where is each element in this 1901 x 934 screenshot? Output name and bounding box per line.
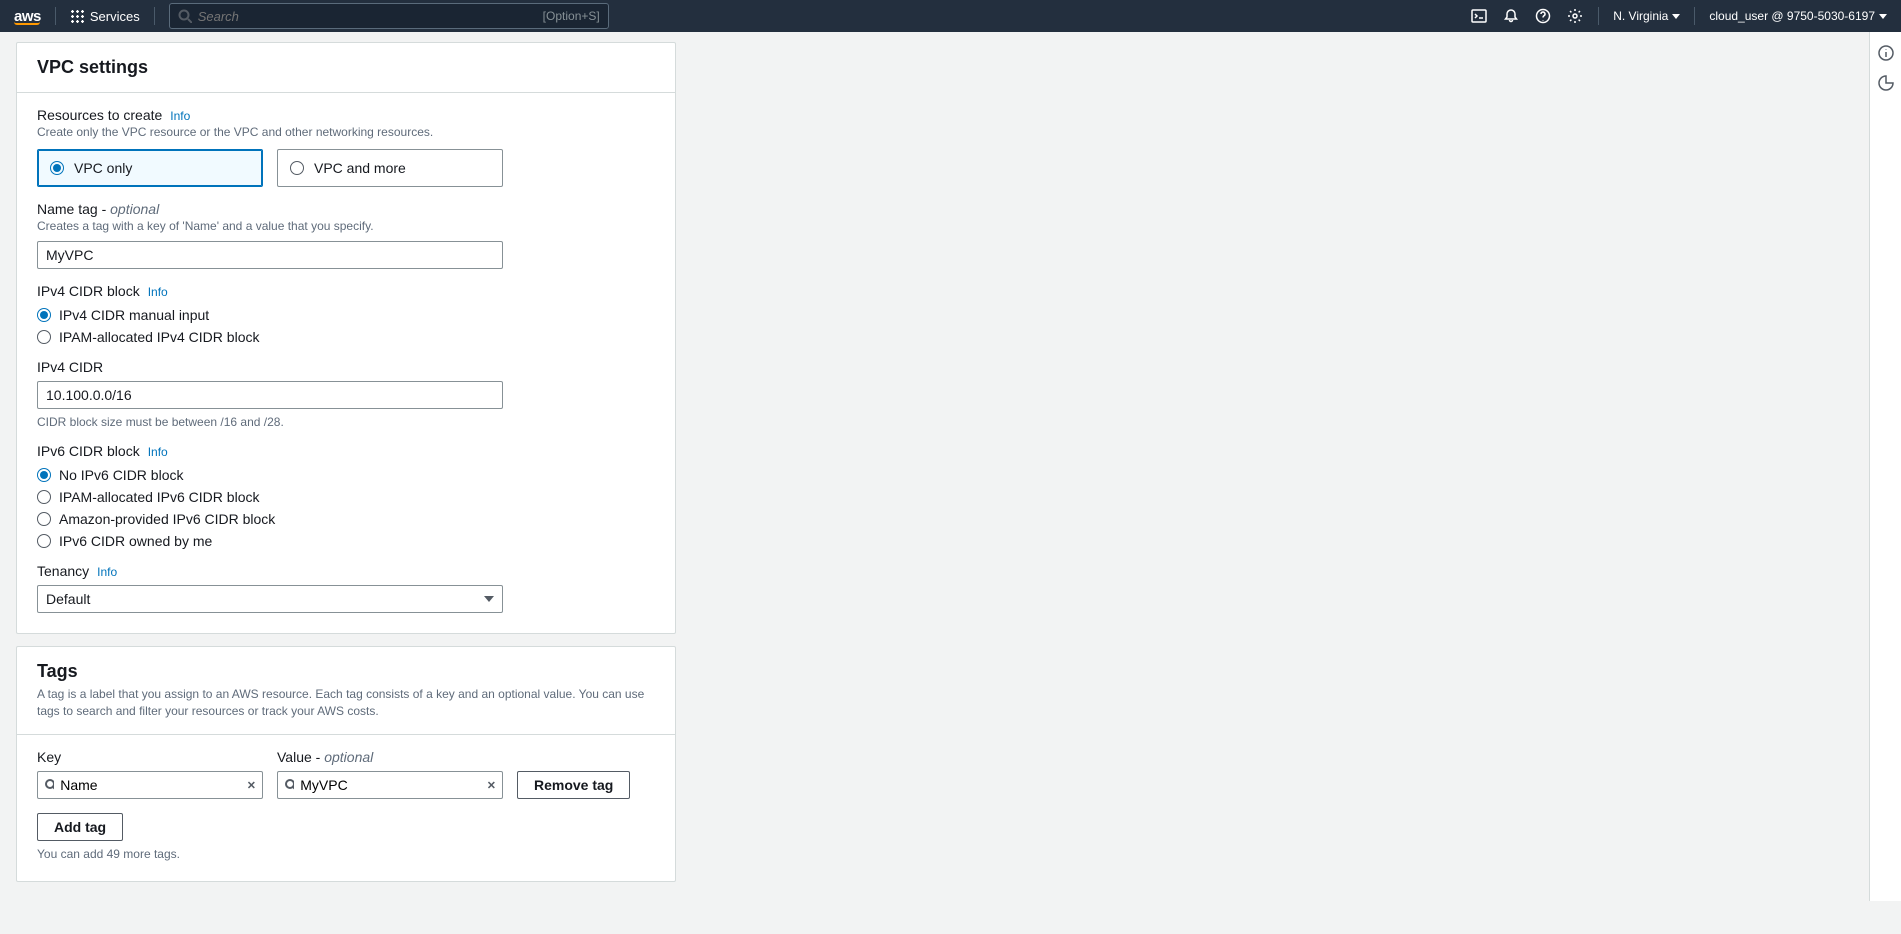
info-panel-icon[interactable] [1877,44,1895,62]
account-menu[interactable]: cloud_user @ 9750-5030-6197 [1709,9,1887,23]
radio-icon [50,161,64,175]
search-icon [284,778,294,792]
tag-value-input-wrap[interactable] [277,771,503,799]
top-nav: aws Services [Option+S] N. Virginia clou… [0,0,1901,32]
panel-title: Tags A tag is a label that you assign to… [17,647,675,735]
field-resources-to-create: Resources to create Info Create only the… [37,107,655,187]
radio-ipv6-ipam[interactable]: IPAM-allocated IPv6 CIDR block [37,489,655,505]
radio-icon [37,330,51,344]
tag-key-input[interactable] [60,777,241,793]
radio-ipv6-amazon[interactable]: Amazon-provided IPv6 CIDR block [37,511,655,527]
tile-vpc-only[interactable]: VPC only [37,149,263,187]
field-ipv4-cidr-block: IPv4 CIDR block Info IPv4 CIDR manual in… [37,283,655,345]
aws-logo[interactable]: aws [14,8,41,25]
tags-hint: A tag is a label that you assign to an A… [37,686,655,720]
cloudshell-icon[interactable] [1470,7,1488,25]
radio-ipv6-none[interactable]: No IPv6 CIDR block [37,467,655,483]
ipv4-block-label: IPv4 CIDR block [37,283,140,299]
info-link[interactable]: Info [148,445,168,459]
add-tag-button[interactable]: Add tag [37,813,123,841]
tag-key-label: Key [37,749,263,765]
radio-icon [290,161,304,175]
grid-icon [70,9,84,23]
tag-value-input[interactable] [300,777,481,793]
ipv4-cidr-input[interactable] [37,381,503,409]
field-name-tag: Name tag - optional Creates a tag with a… [37,201,655,269]
region-selector[interactable]: N. Virginia [1613,9,1680,23]
search-icon [178,9,192,23]
ipv4-cidr-label: IPv4 CIDR [37,359,655,375]
services-label: Services [90,9,140,24]
caret-down-icon [1672,14,1680,19]
caret-down-icon [484,596,494,602]
tenancy-label: Tenancy [37,563,89,579]
radio-ipv4-manual[interactable]: IPv4 CIDR manual input [37,307,655,323]
name-tag-input[interactable] [37,241,503,269]
search-icon [44,778,54,792]
tag-value-label: Value - optional [277,749,503,765]
settings-icon[interactable] [1566,7,1584,25]
field-tenancy: Tenancy Info Default [37,563,655,613]
info-link[interactable]: Info [148,285,168,299]
vpc-settings-panel: VPC settings Resources to create Info Cr… [16,42,676,634]
radio-icon [37,534,51,548]
clear-icon[interactable] [487,779,496,791]
help-icon[interactable] [1534,7,1552,25]
caret-down-icon [1879,14,1887,19]
panel-title: VPC settings [17,43,675,93]
radio-icon [37,490,51,504]
resources-label: Resources to create [37,107,162,123]
tags-panel: Tags A tag is a label that you assign to… [16,646,676,882]
info-link[interactable]: Info [170,109,190,123]
page-content: VPC settings Resources to create Info Cr… [0,32,1536,934]
name-tag-label: Name tag - optional [37,201,159,217]
tag-row: Key Value - optional [37,749,655,799]
tutorial-icon[interactable] [1877,74,1895,92]
info-link[interactable]: Info [97,565,117,579]
global-search[interactable]: [Option+S] [169,3,609,29]
tile-vpc-and-more[interactable]: VPC and more [277,149,503,187]
search-shortcut-hint: [Option+S] [543,9,600,23]
radio-icon [37,308,51,322]
tag-key-input-wrap[interactable] [37,771,263,799]
clear-icon[interactable] [247,779,256,791]
ipv4-cidr-hint: CIDR block size must be between /16 and … [37,415,655,429]
name-tag-hint: Creates a tag with a key of 'Name' and a… [37,219,655,233]
radio-icon [37,512,51,526]
services-menu[interactable]: Services [70,9,140,24]
field-ipv4-cidr: IPv4 CIDR CIDR block size must be betwee… [37,359,655,429]
tenancy-select[interactable]: Default [37,585,503,613]
ipv6-block-label: IPv6 CIDR block [37,443,140,459]
radio-ipv6-owned[interactable]: IPv6 CIDR owned by me [37,533,655,549]
search-input[interactable] [192,9,543,24]
tag-count-hint: You can add 49 more tags. [37,847,655,861]
remove-tag-button[interactable]: Remove tag [517,771,630,799]
radio-icon [37,468,51,482]
radio-ipv4-ipam[interactable]: IPAM-allocated IPv4 CIDR block [37,329,655,345]
resources-hint: Create only the VPC resource or the VPC … [37,125,655,139]
field-ipv6-cidr-block: IPv6 CIDR block Info No IPv6 CIDR block … [37,443,655,549]
notifications-icon[interactable] [1502,7,1520,25]
right-help-rail [1869,32,1901,901]
